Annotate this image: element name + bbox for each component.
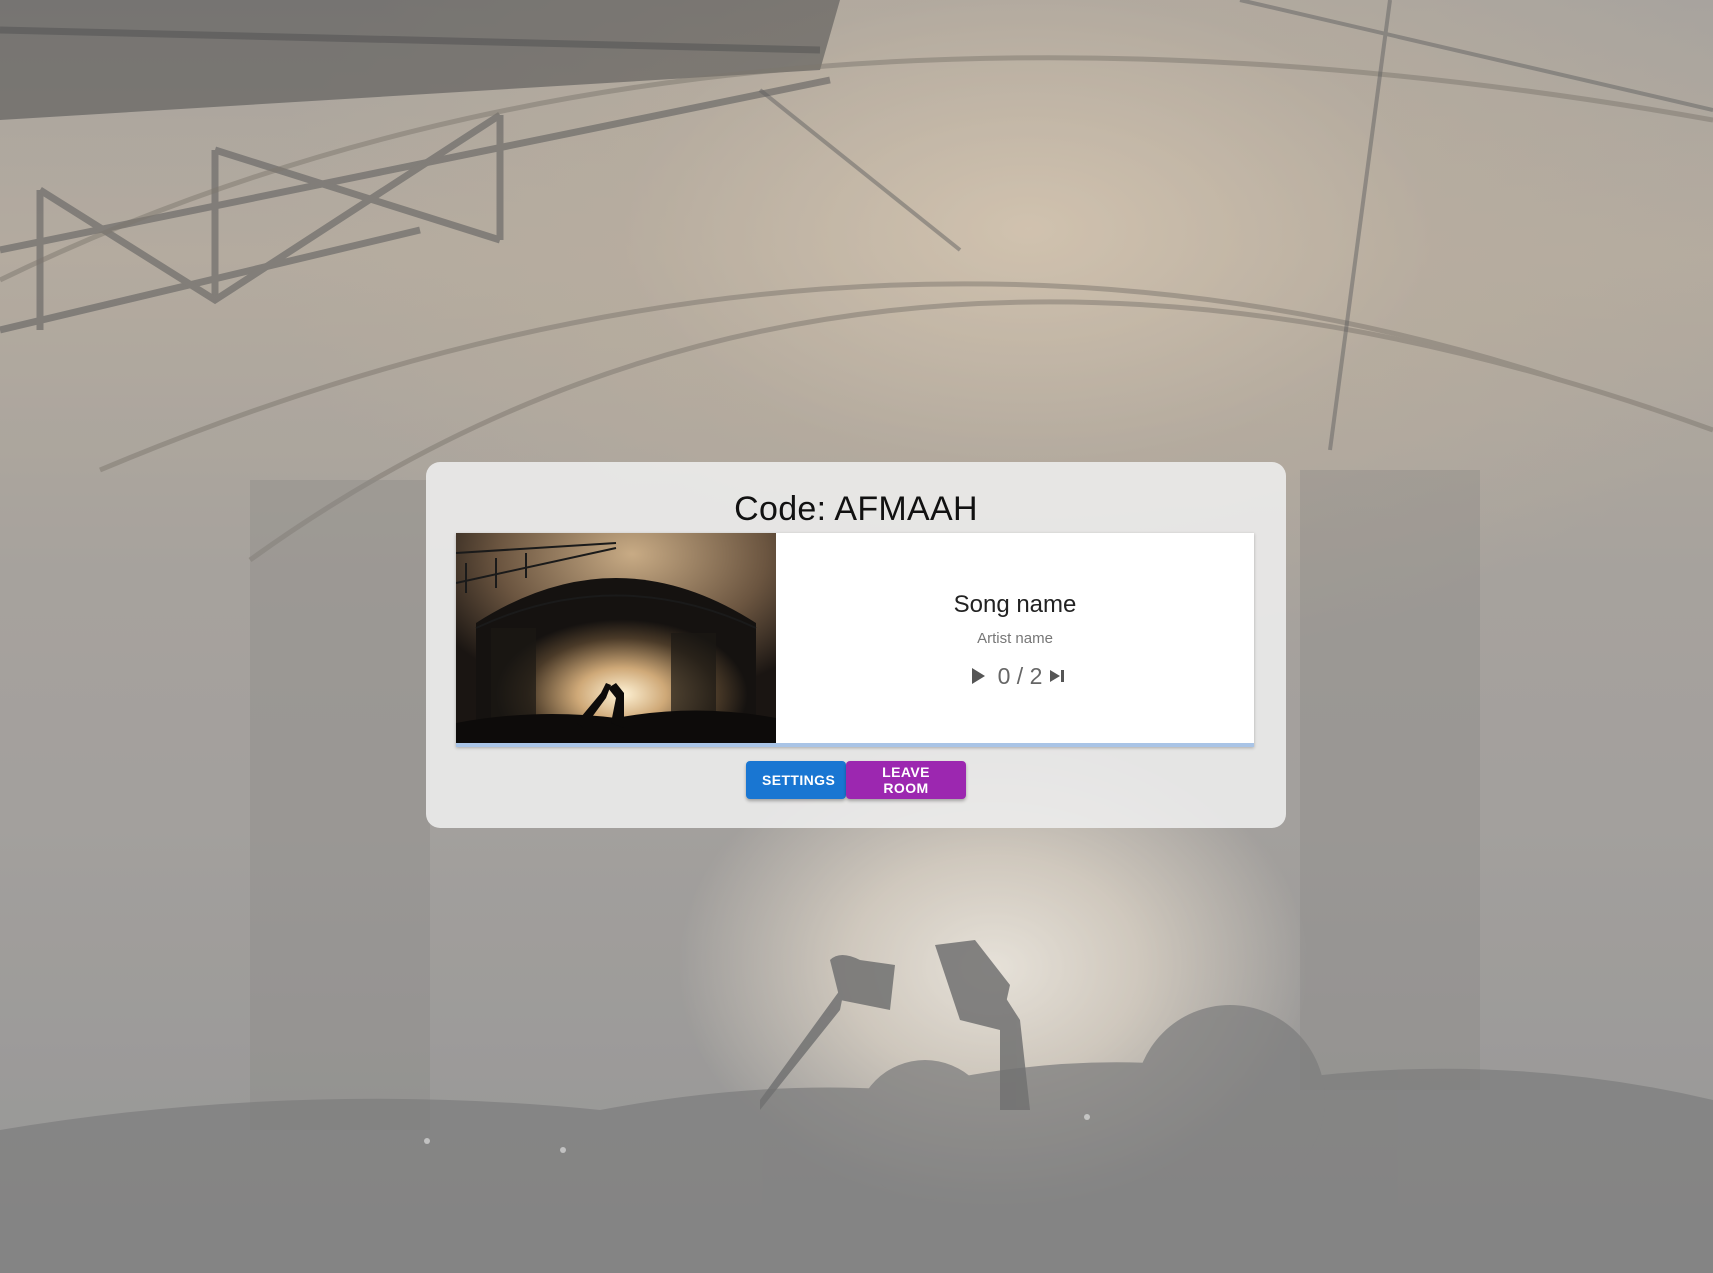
room-code-heading: Code: AFMAAH	[426, 490, 1286, 529]
room-code-label: Code:	[734, 490, 827, 528]
artist-name: Artist name	[977, 630, 1053, 647]
album-cover-art	[456, 533, 776, 744]
song-name: Song name	[953, 591, 1077, 618]
room-card: Code: AFMAAH Song name Artist name 0 / 2…	[426, 462, 1286, 828]
room-actions: SETTINGS LEAVE ROOM	[426, 761, 1286, 799]
leave-room-button[interactable]: LEAVE ROOM	[846, 761, 966, 799]
song-progress-bar	[456, 743, 1254, 747]
music-player-card: Song name Artist name 0 / 2	[456, 533, 1254, 747]
skip-next-icon[interactable]	[1046, 661, 1068, 691]
skip-vote-count: 0 / 2	[997, 662, 1043, 689]
play-icon[interactable]	[962, 661, 994, 691]
settings-button[interactable]: SETTINGS	[746, 761, 846, 799]
track-info: Song name Artist name 0 / 2	[776, 533, 1254, 744]
room-code-value: AFMAAH	[834, 490, 978, 528]
album-cover-image	[456, 533, 776, 744]
playback-controls: 0 / 2	[776, 661, 1254, 691]
